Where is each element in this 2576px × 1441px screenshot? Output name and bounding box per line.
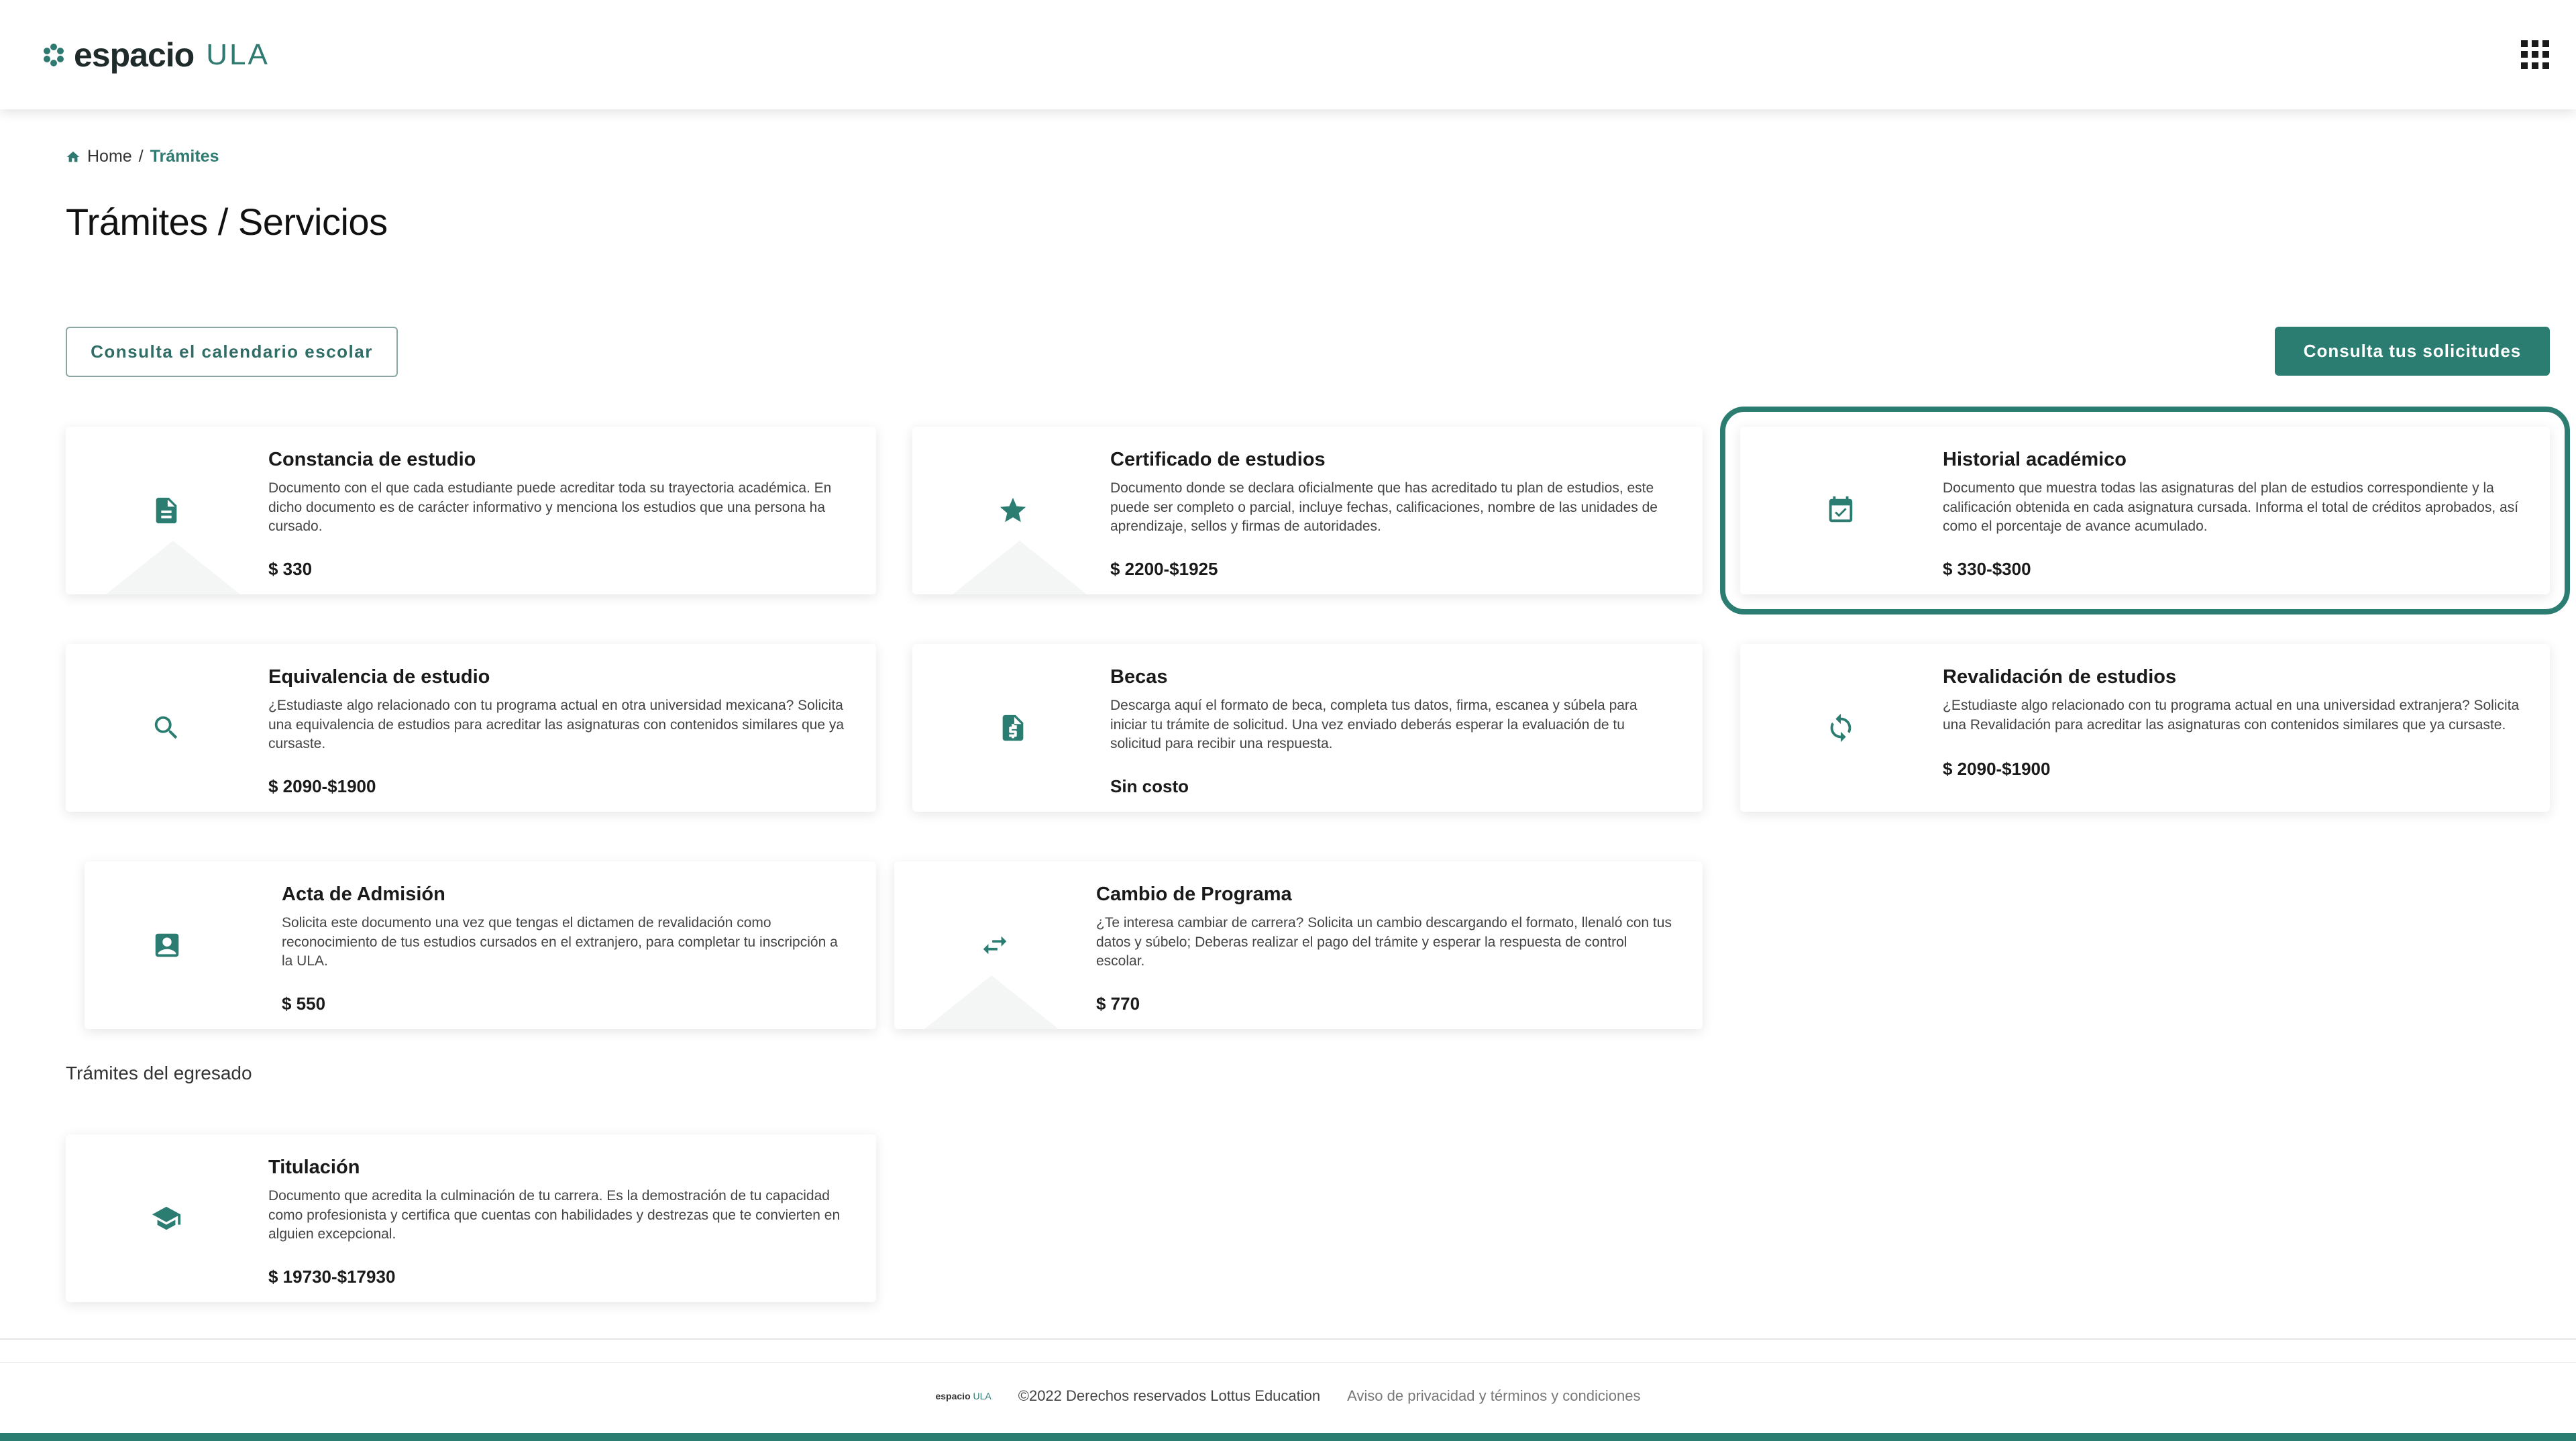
card-description: Descarga aquí el formato de beca, comple… — [1110, 698, 1638, 751]
card-description: Solicita este documento una vez que teng… — [282, 915, 838, 969]
card-description: Documento donde se declara oficialmente … — [1110, 480, 1658, 534]
footer-accent-bar — [0, 1433, 2576, 1441]
logo-flower-icon — [44, 43, 64, 66]
footer-logo: espacio ULA — [935, 1391, 991, 1401]
card-price: $ 770 — [1096, 994, 1140, 1014]
card-acta-admision[interactable]: Acta de Admisión Solicita este documento… — [85, 861, 876, 1029]
card-title: Revalidación de estudios — [1943, 666, 2177, 688]
card-title: Becas — [1110, 666, 1168, 688]
privacy-link[interactable]: Aviso de privacidad y términos y condici… — [1347, 1387, 1640, 1405]
card-description: ¿Te interesa cambiar de carrera? Solicit… — [1096, 915, 1672, 969]
id-badge-icon — [155, 933, 178, 957]
card-title: Constancia de estudio — [268, 449, 476, 470]
graduation-cap-icon — [152, 1206, 181, 1230]
top-header: espacio ULA — [0, 0, 2576, 109]
card-title: Historial académico — [1943, 449, 2127, 470]
card-price: $ 330-$300 — [1943, 559, 2031, 579]
card-description: Documento que acredita la culminación de… — [268, 1188, 841, 1242]
card-price: $ 2200-$1925 — [1110, 559, 1218, 579]
grid-apps-icon[interactable] — [2521, 40, 2551, 70]
card-constancia[interactable]: Constancia de estudio Documento con el q… — [66, 427, 876, 594]
logo-text-sub: ULA — [206, 38, 270, 71]
card-titulacion[interactable]: Titulación Documento que acredita la cul… — [66, 1134, 876, 1302]
footer-copyright: ©2022 Derechos reservados Lottus Educati… — [1018, 1387, 1321, 1404]
espacio-ula-logo[interactable]: espacio ULA — [40, 36, 270, 74]
card-price: $ 330 — [268, 559, 313, 579]
graduate-section-label: Trámites del egresado — [66, 1063, 252, 1083]
footer-divider — [0, 1338, 2576, 1340]
my-requests-button[interactable]: Consulta tus solicitudes — [2275, 327, 2550, 376]
card-price: $ 550 — [282, 994, 326, 1014]
breadcrumb: Home / Trámites — [66, 147, 219, 166]
card-title: Certificado de estudios — [1110, 449, 1326, 470]
card-title: Titulación — [268, 1157, 360, 1178]
card-description: ¿Estudiaste algo relacionado con tu prog… — [268, 698, 845, 751]
card-certificado[interactable]: Certificado de estudios Documento donde … — [912, 427, 1703, 594]
home-icon[interactable] — [66, 150, 80, 164]
sync-icon — [1830, 713, 1851, 743]
card-description: Documento con el que cada estudiante pue… — [268, 480, 832, 534]
breadcrumb-separator: / — [138, 147, 144, 166]
card-equivalencia[interactable]: Equivalencia de estudio ¿Estudiaste algo… — [66, 644, 876, 812]
card-price: $ 19730-$17930 — [268, 1267, 396, 1287]
breadcrumb-home[interactable]: Home — [87, 147, 132, 166]
card-title: Cambio de Programa — [1096, 884, 1292, 905]
star-icon — [1000, 497, 1026, 523]
card-price: $ 2090-$1900 — [268, 776, 376, 796]
calendar-check-icon — [1829, 496, 1853, 523]
swap-arrows-icon — [983, 936, 1007, 955]
card-description: ¿Estudiaste algo relacionado con tu prog… — [1943, 698, 2520, 733]
footer-logo-sub: ULA — [973, 1391, 991, 1401]
footer-logo-main: espacio — [935, 1391, 971, 1401]
search-icon — [154, 716, 178, 739]
breadcrumb-current: Trámites — [150, 147, 219, 166]
card-description: Documento que muestra todas las asignatu… — [1943, 480, 2519, 534]
card-title: Acta de Admisión — [282, 884, 445, 905]
logo-text-main: espacio — [74, 36, 195, 74]
card-price: Sin costo — [1110, 776, 1189, 796]
card-historial[interactable]: Historial académico Documento que muestr… — [1720, 407, 2570, 615]
footer-divider-secondary — [0, 1362, 2576, 1363]
card-revalidacion[interactable]: Revalidación de estudios ¿Estudiaste alg… — [1740, 644, 2550, 812]
document-icon — [156, 497, 177, 524]
money-document-icon — [1002, 714, 1024, 741]
card-cambio-programa[interactable]: Cambio de Programa ¿Te interesa cambiar … — [894, 861, 1703, 1029]
card-price: $ 2090-$1900 — [1943, 759, 2051, 779]
school-calendar-button[interactable]: Consulta el calendario escolar — [66, 327, 398, 377]
page-title: Trámites / Servicios — [66, 201, 388, 243]
card-becas[interactable]: Becas Descarga aquí el formato de beca, … — [912, 644, 1703, 812]
page-footer: espacio ULA ©2022 Derechos reservados Lo… — [0, 1387, 2576, 1405]
card-title: Equivalencia de estudio — [268, 666, 490, 688]
